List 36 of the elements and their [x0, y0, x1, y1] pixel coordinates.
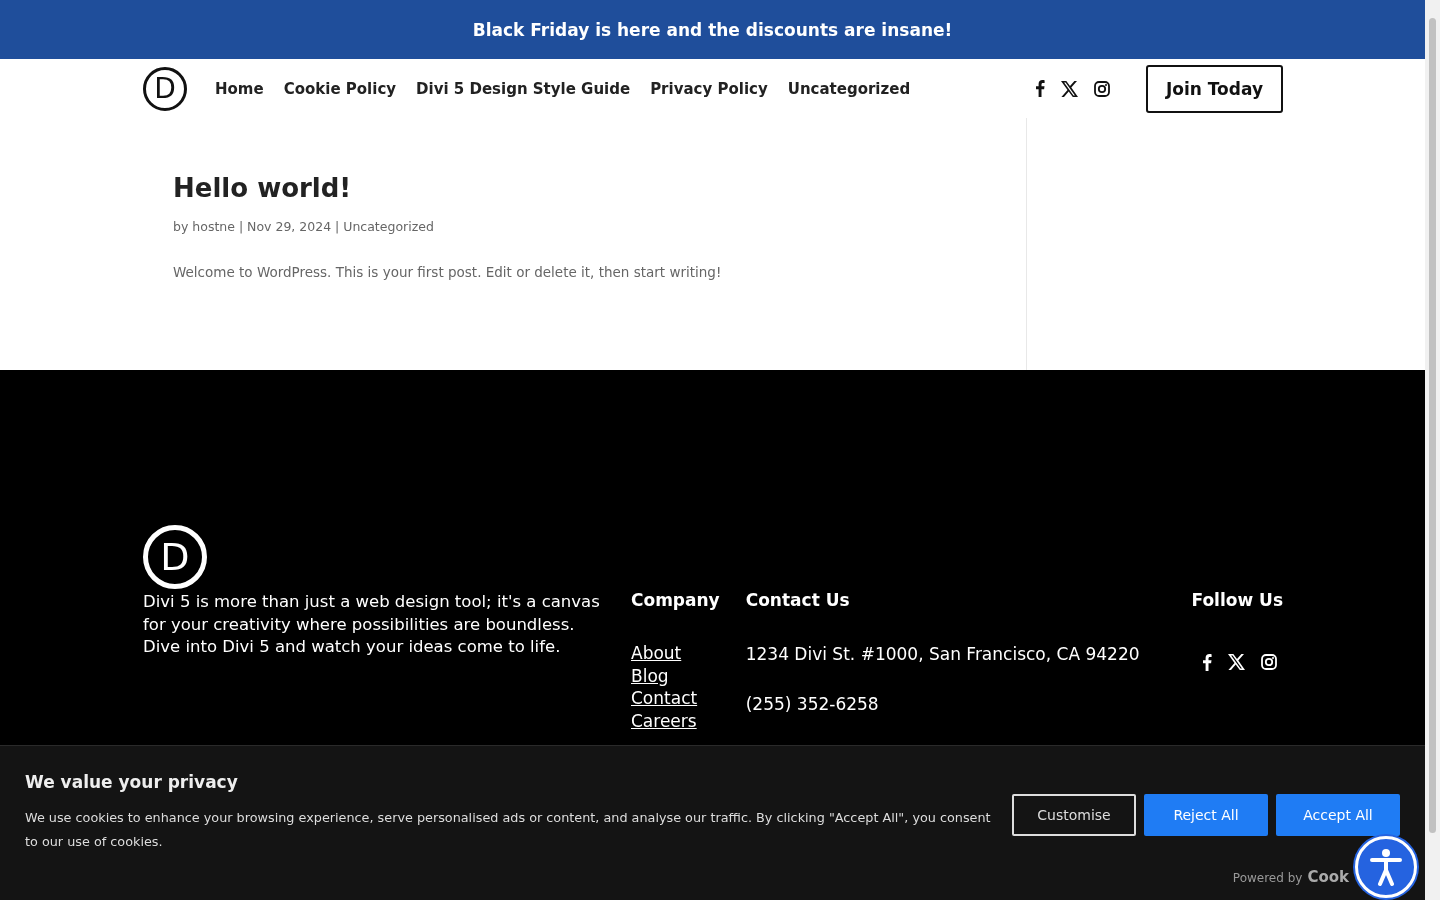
post-meta: by hostne | Nov 29, 2024 | Uncategorized: [173, 219, 435, 234]
x-icon[interactable]: [1060, 80, 1078, 97]
logo[interactable]: D: [143, 66, 187, 111]
footer-link[interactable]: About: [631, 642, 682, 665]
footer-link[interactable]: Contact: [631, 687, 698, 710]
nav-link[interactable]: Privacy Policy: [650, 79, 768, 98]
footer-link[interactable]: Careers: [631, 709, 697, 732]
column-heading: Company: [631, 590, 720, 610]
about-text: Divi 5 is more than just a web design tool; it's a canvas for your creativity where possibilities are boundless. Dive into Divi 5 and watch your ideas come to life.: [143, 591, 601, 658]
cookie-button[interactable]: Reject All: [1144, 794, 1268, 836]
cookie-button[interactable]: Accept All: [1276, 794, 1400, 836]
phone-number: (255) 352-6258: [745, 694, 880, 714]
post-title[interactable]: Hello world!: [173, 173, 1026, 203]
nav-link[interactable]: Divi 5 Design Style Guide: [416, 79, 631, 98]
footer-logo: D: [143, 525, 207, 589]
nav-link[interactable]: Home: [215, 79, 264, 98]
nav-link[interactable]: Cookie Policy: [283, 79, 397, 98]
facebook-icon[interactable]: [1034, 80, 1045, 97]
column-heading: Contact Us: [745, 590, 851, 610]
scrollbar[interactable]: [1425, 0, 1440, 900]
post-excerpt: Welcome to WordPress. This is your first post. Edit or delete it, then start writing!: [173, 264, 723, 280]
banner-text: Black Friday is here and the discounts are insane!: [472, 19, 953, 40]
facebook-icon[interactable]: [1201, 654, 1212, 671]
x-icon[interactable]: [1227, 654, 1245, 670]
cookie-title: We value your privacy: [25, 772, 239, 792]
person-icon: [1369, 848, 1403, 886]
column-heading: Follow Us: [1191, 590, 1283, 610]
join-button[interactable]: Join Today: [1145, 64, 1283, 113]
cookie-text: We use cookies to enhance your browsing experience, serve personalised ads or content, and analyse our traffic. By clicking "Accept All", you consent to our use of cookies.: [25, 809, 992, 851]
powered-by-text: Powered by: [1232, 871, 1303, 885]
footer-link[interactable]: Blog: [631, 664, 669, 687]
address: 1234 Divi St. #1000, San Francisco, CA 94220: [745, 644, 1141, 664]
cookie-button[interactable]: Customise: [1012, 794, 1136, 836]
instagram-icon[interactable]: [1093, 80, 1110, 97]
brand-name: Cook: [1307, 868, 1349, 886]
nav-link[interactable]: Uncategorized: [787, 79, 911, 98]
